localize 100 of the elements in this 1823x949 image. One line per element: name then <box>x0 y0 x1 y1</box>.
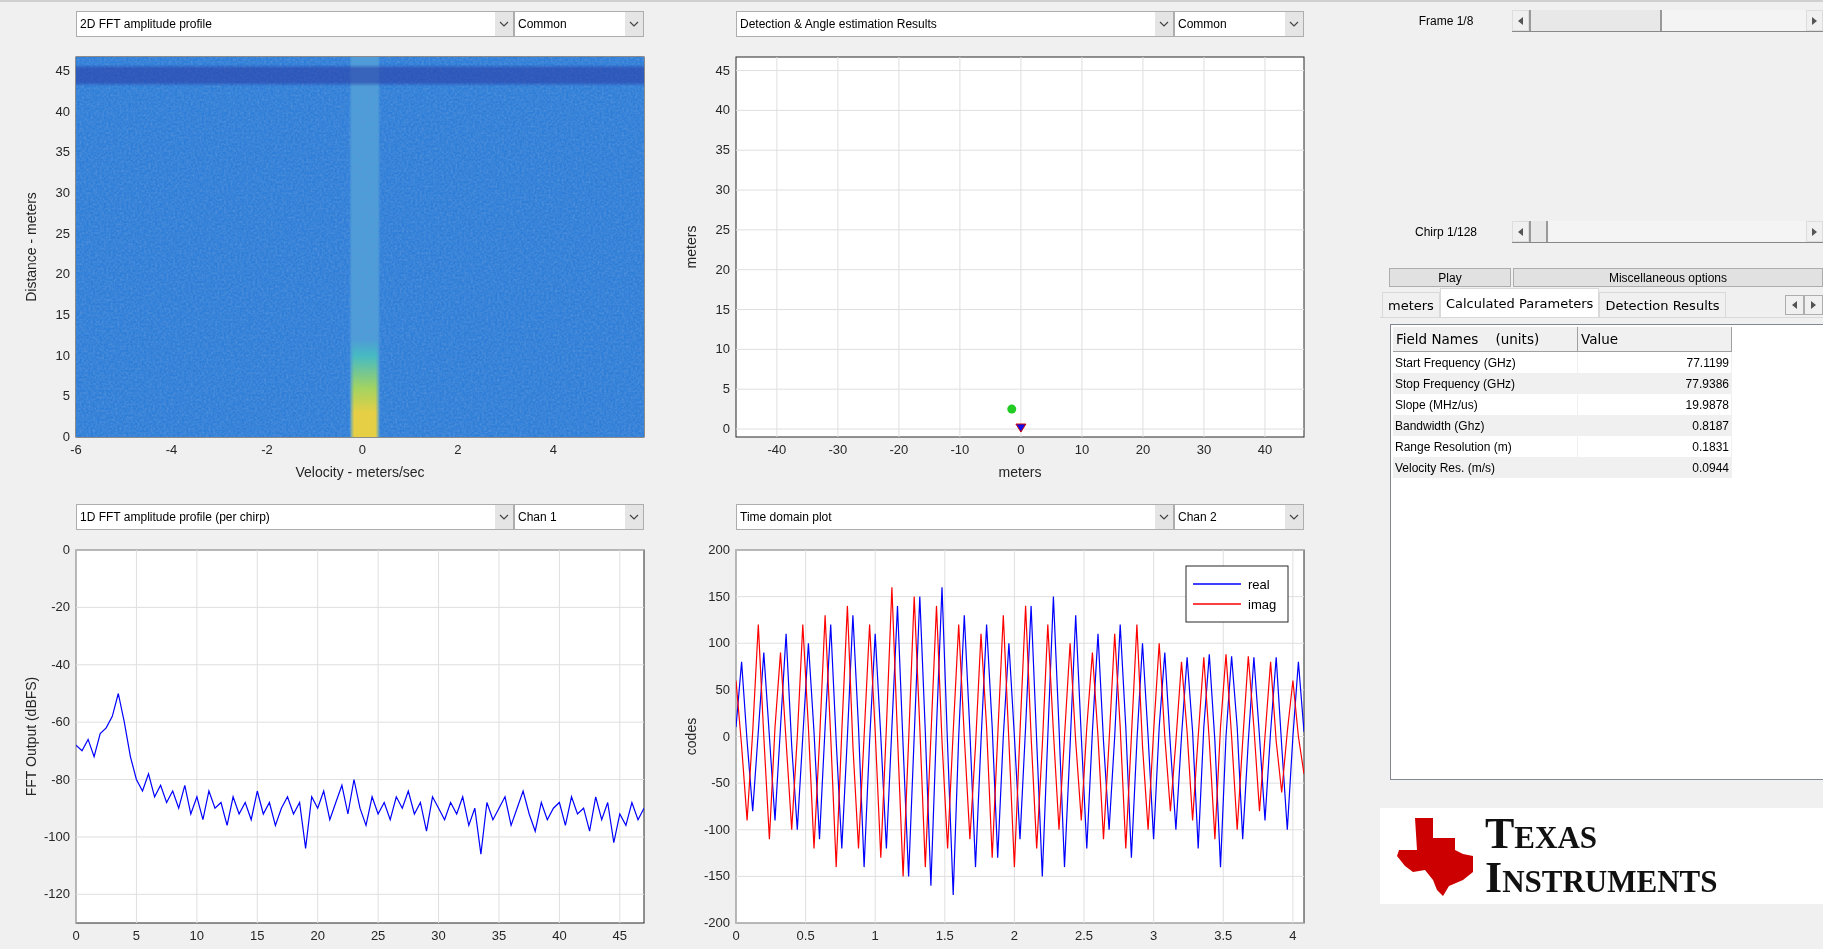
tick-label: 100 <box>708 635 730 651</box>
table-cell: Start Frequency (GHz) <box>1393 352 1578 373</box>
axis-label: meters <box>998 464 1042 480</box>
scroll-slider[interactable] <box>1512 10 1823 32</box>
tick-label: -100 <box>43 828 70 844</box>
chevron-down-icon <box>499 21 509 27</box>
tick-label: 25 <box>715 221 730 237</box>
tick-label: 10 <box>1074 442 1090 457</box>
tab-scroll-left-button[interactable] <box>1785 295 1804 315</box>
tick-label: -60 <box>51 714 70 730</box>
tick-label: -20 <box>889 442 909 457</box>
logo-text: TEXAS <box>1485 812 1599 856</box>
tick-label: -4 <box>165 442 178 457</box>
tick-label: 5 <box>132 928 141 943</box>
table-cell: Slope (MHz/us) <box>1393 394 1578 415</box>
tick-label: 0 <box>732 928 740 943</box>
table-cell: Range Resolution (m) <box>1393 436 1578 457</box>
tick-label: 2.5 <box>1075 928 1094 943</box>
tick-label: 30 <box>431 928 446 943</box>
tick-label: 20 <box>310 928 325 943</box>
tab[interactable]: Detection Results <box>1599 292 1726 317</box>
tick-label: 0 <box>358 442 366 457</box>
tick-label: -40 <box>767 442 787 457</box>
scroll-slider[interactable] <box>1512 221 1823 243</box>
tick-label: 45 <box>715 62 730 78</box>
tick-label: 40 <box>1257 442 1273 457</box>
tab-scroll-right-button[interactable] <box>1804 295 1823 315</box>
chevron-down-icon <box>629 21 639 27</box>
table-cell: Velocity Res. (m/s) <box>1393 457 1578 478</box>
play-button[interactable]: Play <box>1389 268 1511 287</box>
tick-label: -150 <box>703 868 730 884</box>
axis-label: FFT Output (dBFS) <box>23 676 39 797</box>
legend-label: imag <box>1248 597 1277 612</box>
arrow-right-icon <box>1812 16 1817 25</box>
axis-label: Distance - meters <box>23 192 39 302</box>
chevron-down-icon <box>1289 21 1299 27</box>
tick-label: 0 <box>62 429 70 444</box>
tab[interactable]: Calculated Parameters <box>1439 288 1600 317</box>
tick-label: 40 <box>55 103 70 119</box>
scroll-right-button[interactable] <box>1806 10 1823 31</box>
axis-label: Velocity - meters/sec <box>295 464 425 480</box>
tick-label: 30 <box>715 182 730 198</box>
tick-label: 10 <box>715 341 730 357</box>
table-cell: Bandwidth (Ghz) <box>1393 415 1578 436</box>
tick-label: 200 <box>708 542 730 557</box>
tick-label: 3 <box>1150 928 1158 943</box>
slider-label: Chirp 1/128 <box>1413 225 1478 239</box>
scroll-left-button[interactable] <box>1512 221 1529 242</box>
arrow-left-icon <box>1518 16 1523 25</box>
tick-label: 0 <box>722 421 730 437</box>
plot-type-dropdown[interactable]: 1D FFT amplitude profile (per chirp) <box>76 504 514 530</box>
legend-label: real <box>1248 577 1270 592</box>
plot-type-dropdown[interactable]: Detection & Angle estimation Results <box>736 11 1174 37</box>
options-button[interactable]: Miscellaneous options <box>1513 268 1823 287</box>
axis-label: meters <box>683 225 699 269</box>
plot-type-dropdown[interactable]: 2D FFT amplitude profile <box>76 11 514 37</box>
tick-label: 15 <box>715 301 730 317</box>
tick-label: 35 <box>715 142 730 158</box>
arrow-right-icon <box>1812 227 1817 236</box>
tab[interactable]: meters <box>1382 292 1440 317</box>
tick-label: -200 <box>703 915 730 930</box>
channel-dropdown[interactable]: Common <box>1174 11 1304 37</box>
tick-label: 40 <box>552 928 567 943</box>
slider-thumb[interactable] <box>1529 221 1549 242</box>
tick-label: 25 <box>55 225 70 241</box>
tick-label: -10 <box>950 442 970 457</box>
tick-label: 35 <box>55 144 70 160</box>
logo-text: INSTRUMENTS <box>1485 856 1718 900</box>
tick-label: 30 <box>55 184 70 200</box>
axis-label: codes <box>683 717 699 756</box>
chevron-down-icon <box>499 514 509 520</box>
arrow-left-icon <box>1518 227 1523 236</box>
column-header: Value <box>1578 327 1732 352</box>
arrow-right-icon <box>1811 301 1816 309</box>
plot-type-dropdown[interactable]: Time domain plot <box>736 504 1174 530</box>
tick-label: 30 <box>1196 442 1212 457</box>
table-cell: 0.8187 <box>1578 415 1732 436</box>
tick-label: 20 <box>715 261 730 277</box>
tick-label: 40 <box>715 102 730 118</box>
channel-dropdown[interactable]: Chan 1 <box>514 504 644 530</box>
tick-label: 0.5 <box>796 928 815 943</box>
tick-label: 20 <box>55 266 70 282</box>
channel-dropdown[interactable]: Chan 2 <box>1174 504 1304 530</box>
slider-thumb[interactable] <box>1529 10 1662 31</box>
channel-dropdown[interactable]: Common <box>514 11 644 37</box>
tick-label: -120 <box>43 886 70 902</box>
arrow-left-icon <box>1792 301 1797 309</box>
tick-label: 45 <box>55 62 70 78</box>
scroll-left-button[interactable] <box>1512 10 1529 31</box>
tick-label: 4 <box>549 442 557 457</box>
tick-label: 5 <box>722 381 730 397</box>
tick-label: 3.5 <box>1214 928 1233 943</box>
tick-label: -100 <box>703 821 730 837</box>
tick-label: 0 <box>72 928 80 943</box>
table-cell: 77.9386 <box>1578 373 1732 394</box>
tick-label: 45 <box>612 928 628 943</box>
tick-label: -20 <box>51 599 70 615</box>
column-header: Field Names (units) <box>1393 327 1578 352</box>
scroll-right-button[interactable] <box>1806 221 1823 242</box>
tick-label: 35 <box>491 928 507 943</box>
